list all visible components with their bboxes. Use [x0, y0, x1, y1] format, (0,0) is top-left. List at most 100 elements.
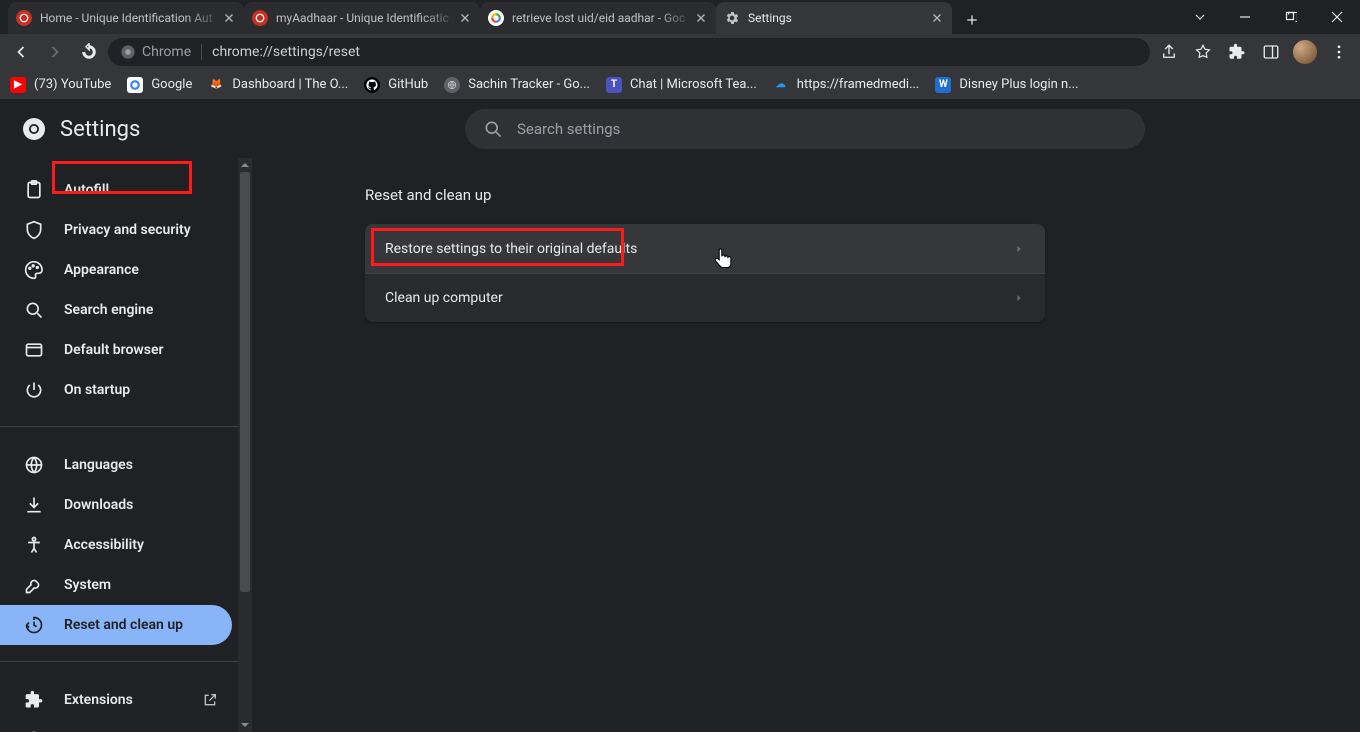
nav-system[interactable]: System [0, 565, 232, 605]
scrollbar-thumb[interactable] [240, 172, 250, 592]
nav-appearance[interactable]: Appearance [0, 250, 232, 290]
favicon-uidai-icon [252, 10, 268, 26]
bookmark-label: https://framedmedi... [797, 77, 920, 92]
tab-settings[interactable]: Settings [716, 2, 952, 34]
globe-icon [24, 455, 44, 475]
settings-page: Settings Search settings Autofill Privac… [0, 100, 1360, 732]
nav-separator [0, 661, 238, 662]
tab-myaadhaar[interactable]: myAadhaar - Unique Identificatic [244, 2, 480, 34]
browser-icon [24, 340, 44, 360]
nav-default-browser[interactable]: Default browser [0, 330, 232, 370]
profile-avatar[interactable] [1290, 37, 1320, 67]
site-chip: Chrome [120, 44, 191, 60]
forward-button[interactable] [40, 37, 70, 67]
bookmark-label: Dashboard | The O... [232, 77, 348, 92]
sidebar-scrollbar[interactable] [238, 158, 252, 732]
tab-title: Settings [748, 11, 930, 25]
nav-label: Autofill [64, 182, 109, 198]
row-label: Restore settings to their original defau… [385, 241, 637, 257]
cloud-icon: ☁ [773, 77, 789, 93]
page-title: Settings [60, 117, 140, 142]
nav-label: Default browser [64, 342, 164, 358]
tab-strip: Home - Unique Identification Aut myAadha… [0, 0, 1360, 34]
nav-label: System [64, 577, 111, 593]
side-panel-button[interactable] [1256, 37, 1286, 67]
shield-icon [24, 220, 44, 240]
address-bar[interactable]: Chrome chrome://settings/reset [108, 38, 1150, 66]
tab-title: Home - Unique Identification Aut [40, 11, 222, 25]
bookmark-disney[interactable]: W Disney Plus login n... [935, 77, 1078, 93]
bookmark-github[interactable]: GitHub [364, 77, 428, 93]
close-window-button[interactable] [1314, 0, 1360, 34]
minimize-button[interactable] [1222, 0, 1268, 34]
tab-uidai-home[interactable]: Home - Unique Identification Aut [8, 2, 244, 34]
search-icon [24, 300, 44, 320]
nav-accessibility[interactable]: Accessibility [0, 525, 232, 565]
bookmark-label: Disney Plus login n... [959, 77, 1078, 92]
nav-privacy[interactable]: Privacy and security [0, 210, 232, 250]
back-button[interactable] [6, 37, 36, 67]
bookmark-dashboard[interactable]: 🦊Dashboard | The O... [208, 77, 348, 93]
omnibox-separator [201, 44, 202, 60]
nav-label: On startup [64, 382, 130, 398]
search-icon [483, 119, 503, 139]
site-chip-label: Chrome [142, 44, 191, 60]
nav-search-engine[interactable]: Search engine [0, 290, 232, 330]
bookmark-framedmedia[interactable]: ☁ https://framedmedi... [773, 77, 920, 93]
reload-button[interactable] [74, 37, 104, 67]
nav-autofill[interactable]: Autofill [0, 170, 232, 210]
chevron-right-icon [1013, 292, 1025, 304]
extensions-button[interactable] [1222, 37, 1252, 67]
bookmark-label: GitHub [388, 77, 428, 92]
bookmark-teams[interactable]: TChat | Microsoft Tea... [606, 77, 757, 93]
row-label: Clean up computer [385, 290, 503, 306]
browser-toolbar: Chrome chrome://settings/reset [0, 34, 1360, 70]
close-icon[interactable] [694, 11, 708, 25]
close-icon[interactable] [930, 11, 944, 25]
chrome-menu-button[interactable] [1324, 37, 1354, 67]
nav-label: Privacy and security [64, 222, 191, 238]
google-icon [127, 77, 143, 93]
search-placeholder: Search settings [517, 120, 620, 138]
restore-icon [24, 615, 44, 635]
tab-search-button[interactable] [1182, 0, 1218, 34]
bookmark-label: Sachin Tracker - Go... [468, 77, 590, 92]
nav-extensions[interactable]: Extensions [0, 680, 232, 720]
nav-reset[interactable]: Reset and clean up [0, 605, 232, 645]
maximize-button[interactable] [1268, 0, 1314, 34]
tab-google-search[interactable]: retrieve lost uid/eid aadhar - Goc [480, 2, 716, 34]
nav-on-startup[interactable]: On startup [0, 370, 232, 410]
scrollbar-up-icon[interactable] [238, 158, 252, 172]
close-icon[interactable] [458, 11, 472, 25]
row-clean-up-computer[interactable]: Clean up computer [365, 273, 1045, 322]
teams-icon: T [606, 77, 622, 93]
settings-sidebar: Autofill Privacy and security Appearance… [0, 158, 252, 732]
scrollbar-down-icon[interactable] [238, 718, 252, 732]
wrench-icon [24, 575, 44, 595]
power-icon [24, 380, 44, 400]
nav-languages[interactable]: Languages [0, 445, 232, 485]
nav-label: Search engine [64, 302, 153, 318]
globe-icon [444, 77, 460, 93]
window-controls [1182, 0, 1360, 34]
bookmark-google[interactable]: Google [127, 77, 192, 93]
bookmark-tracker[interactable]: Sachin Tracker - Go... [444, 77, 590, 93]
bookmark-youtube[interactable]: ▶(73) YouTube [10, 77, 111, 93]
bookmark-star-button[interactable] [1188, 37, 1218, 67]
nav-label: Reset and clean up [64, 617, 183, 633]
external-link-icon [202, 692, 218, 708]
favicon-gear-icon [724, 10, 740, 26]
w-icon: W [935, 77, 951, 93]
chrome-logo-icon [22, 117, 46, 141]
puzzle-icon [24, 690, 44, 710]
new-tab-button[interactable] [958, 6, 986, 34]
nav-label: Languages [64, 457, 133, 473]
nav-downloads[interactable]: Downloads [0, 485, 232, 525]
row-restore-defaults[interactable]: Restore settings to their original defau… [365, 224, 1045, 273]
search-settings-input[interactable]: Search settings [465, 109, 1145, 149]
share-button[interactable] [1154, 37, 1184, 67]
accessibility-icon [24, 535, 44, 555]
close-icon[interactable] [222, 11, 236, 25]
nav-about[interactable]: About Chrome [0, 720, 232, 732]
favicon-google-icon [488, 10, 504, 26]
